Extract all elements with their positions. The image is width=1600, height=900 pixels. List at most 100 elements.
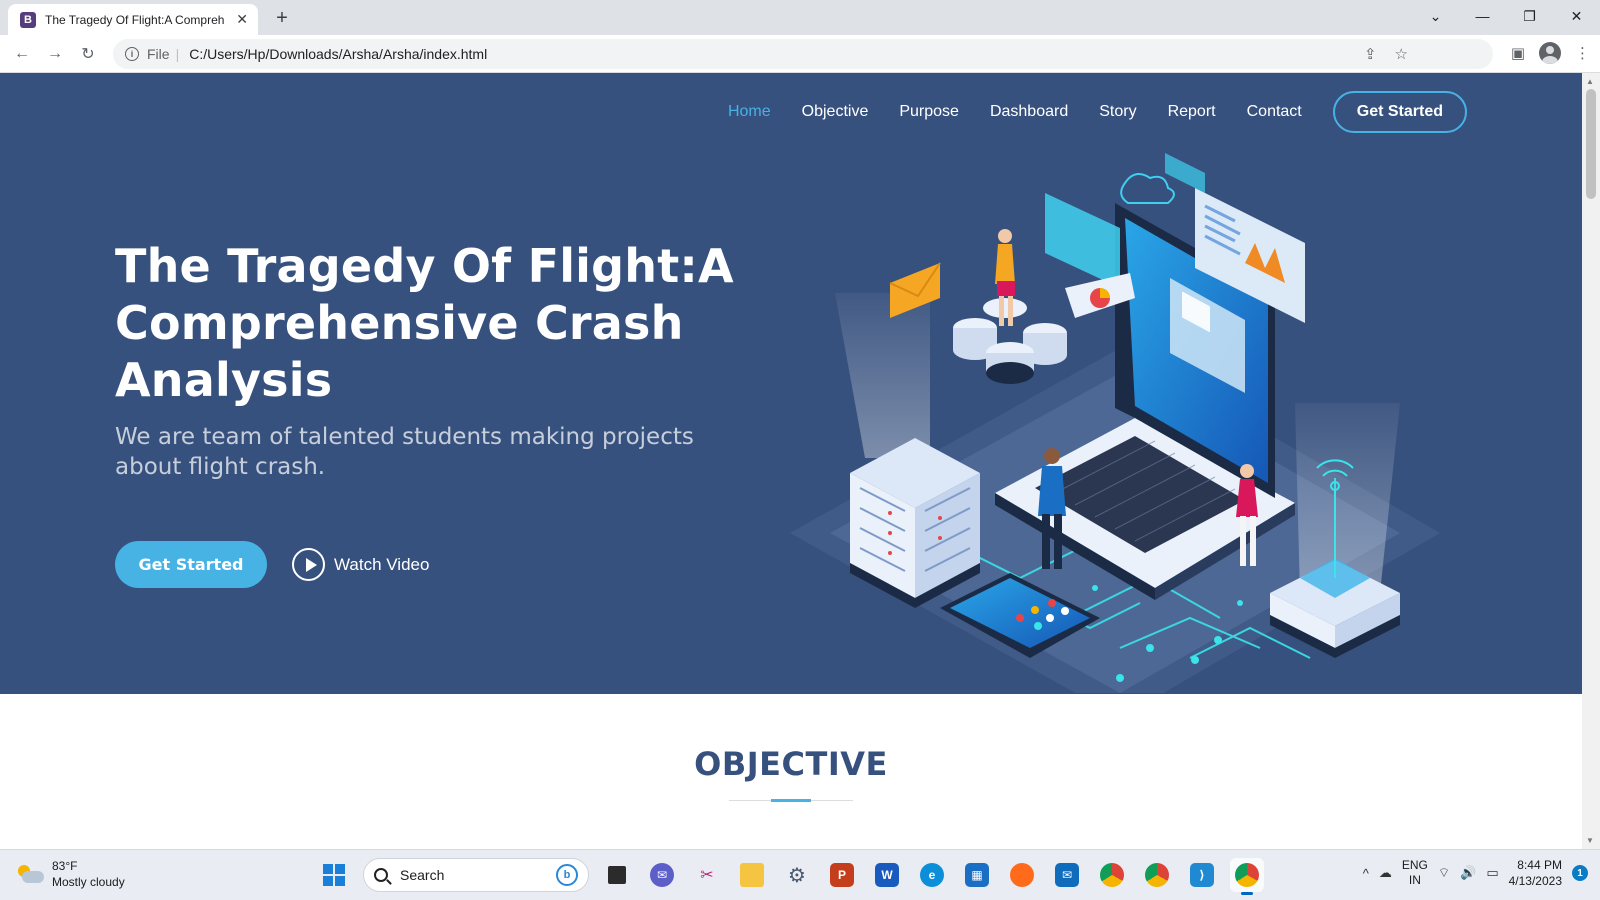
teams-chat-icon: ✉ bbox=[650, 863, 674, 887]
tab-close-icon[interactable]: ✕ bbox=[236, 11, 248, 28]
hero-section: Home Objective Purpose Dashboard Story R… bbox=[0, 73, 1582, 694]
weather-widget[interactable]: 83°F Mostly cloudy bbox=[16, 858, 125, 890]
weather-description: Mostly cloudy bbox=[52, 875, 125, 889]
onedrive-error-icon[interactable]: ☁ bbox=[1379, 865, 1392, 881]
task-view-icon bbox=[608, 866, 626, 884]
powerpoint-icon: P bbox=[830, 863, 854, 887]
windows-logo-icon bbox=[323, 864, 345, 886]
url-scheme: File bbox=[147, 46, 170, 62]
vscode-button[interactable]: ⟩ bbox=[1185, 858, 1219, 892]
page-viewport: Home Objective Purpose Dashboard Story R… bbox=[0, 73, 1582, 849]
chrome-profile-button[interactable] bbox=[1140, 858, 1174, 892]
weather-temperature: 83°F bbox=[52, 859, 78, 873]
word-icon: W bbox=[875, 863, 899, 887]
snipping-tool-icon: ✂ bbox=[695, 863, 719, 887]
reload-button[interactable]: ↻ bbox=[76, 42, 100, 66]
mail-icon: ✉ bbox=[1055, 863, 1079, 887]
minimize-button[interactable]: — bbox=[1459, 0, 1506, 32]
tab-search-chevron-icon[interactable]: ⌄ bbox=[1412, 0, 1459, 32]
new-tab-button[interactable]: + bbox=[270, 6, 294, 30]
store-icon: ▦ bbox=[965, 863, 989, 887]
edge-button[interactable]: e bbox=[915, 858, 949, 892]
site-info-icon[interactable]: i bbox=[125, 47, 139, 61]
clock-date: 4/13/2023 bbox=[1508, 874, 1562, 888]
url-separator: | bbox=[175, 46, 180, 62]
restore-button[interactable]: ❐ bbox=[1506, 0, 1553, 32]
hero-isometric-illustration bbox=[790, 153, 1440, 693]
nav-item-purpose[interactable]: Purpose bbox=[899, 103, 959, 121]
favicon-icon: B bbox=[20, 11, 36, 28]
language-code: ENG bbox=[1401, 858, 1428, 872]
side-panel-icon[interactable]: ▣ bbox=[1511, 44, 1525, 62]
mail-button[interactable]: ✉ bbox=[1050, 858, 1084, 892]
scrollbar-thumb[interactable] bbox=[1586, 89, 1596, 199]
chrome-icon bbox=[1100, 863, 1124, 887]
watch-video-link[interactable]: Watch Video bbox=[292, 548, 429, 581]
nav-item-contact[interactable]: Contact bbox=[1247, 103, 1302, 121]
region-code: IN bbox=[1408, 873, 1421, 887]
clock[interactable]: 8:44 PM 4/13/2023 bbox=[1509, 857, 1562, 889]
microsoft-store-button[interactable]: ▦ bbox=[960, 858, 994, 892]
play-circle-icon bbox=[292, 548, 325, 581]
battery-icon[interactable]: ▭ bbox=[1486, 865, 1498, 881]
nav-item-objective[interactable]: Objective bbox=[802, 103, 869, 121]
back-button[interactable]: ← bbox=[10, 42, 34, 66]
firefox-icon bbox=[1010, 863, 1034, 887]
menu-kebab-icon[interactable]: ⋮ bbox=[1575, 44, 1590, 62]
url-text[interactable]: C:/Users/Hp/Downloads/Arsha/Arsha/index.… bbox=[189, 46, 487, 62]
start-button[interactable] bbox=[316, 857, 352, 893]
settings-button[interactable]: ⚙ bbox=[780, 858, 814, 892]
share-icon[interactable]: ⇪ bbox=[1364, 45, 1377, 63]
system-tray: ^ ☁ ENG IN ⌔ 🔊 ▭ 8:44 PM 4/13/2023 1 bbox=[1363, 857, 1588, 889]
forward-button[interactable]: → bbox=[43, 42, 67, 66]
chrome-active-button[interactable] bbox=[1230, 858, 1264, 895]
title-underline-accent bbox=[771, 799, 811, 802]
word-button[interactable]: W bbox=[870, 858, 904, 892]
site-navigation: Home Objective Purpose Dashboard Story R… bbox=[697, 91, 1467, 133]
powerpoint-button[interactable]: P bbox=[825, 858, 859, 892]
windows-taskbar: 83°F Mostly cloudy Search b ✉ ✂ ⚙ P W e … bbox=[0, 849, 1600, 900]
browser-tab-strip: B The Tragedy Of Flight:A Compreh ✕ + ⌄ … bbox=[0, 0, 1600, 35]
bookmark-star-icon[interactable]: ☆ bbox=[1395, 45, 1408, 63]
nav-get-started-button[interactable]: Get Started bbox=[1332, 91, 1467, 133]
vscode-icon: ⟩ bbox=[1190, 863, 1214, 887]
taskbar-search-input[interactable]: Search b bbox=[363, 858, 589, 892]
browser-toolbar: ← → ↻ i File | C:/Users/Hp/Downloads/Ars… bbox=[0, 35, 1600, 73]
volume-icon[interactable]: 🔊 bbox=[1460, 865, 1476, 881]
gear-icon: ⚙ bbox=[785, 863, 809, 887]
show-hidden-icons-chevron-icon[interactable]: ^ bbox=[1363, 866, 1369, 881]
partly-cloudy-icon bbox=[16, 863, 44, 885]
page-scrollbar[interactable]: ▲ ▼ bbox=[1582, 73, 1600, 849]
wifi-icon[interactable]: ⌔ bbox=[1438, 865, 1450, 881]
nav-item-home[interactable]: Home bbox=[728, 103, 771, 121]
edge-icon: e bbox=[920, 863, 944, 887]
language-indicator[interactable]: ENG IN bbox=[1402, 858, 1428, 888]
clock-time: 8:44 PM bbox=[1517, 858, 1562, 872]
search-placeholder: Search bbox=[400, 867, 445, 883]
bing-icon[interactable]: b bbox=[556, 864, 578, 886]
hero-subtitle: We are team of talented students making … bbox=[115, 424, 694, 480]
hero-get-started-button[interactable]: Get Started bbox=[115, 541, 267, 588]
profile-avatar-icon[interactable] bbox=[1539, 42, 1561, 64]
chrome-active-icon bbox=[1235, 863, 1259, 887]
tab-title: The Tragedy Of Flight:A Compreh bbox=[45, 12, 225, 27]
folder-icon bbox=[740, 863, 764, 887]
hero-title: The Tragedy Of Flight:A Comprehensive Cr… bbox=[115, 239, 734, 407]
address-bar[interactable]: i File | C:/Users/Hp/Downloads/Arsha/Ars… bbox=[113, 39, 1493, 69]
notification-badge[interactable]: 1 bbox=[1572, 865, 1588, 881]
snipping-tool-button[interactable]: ✂ bbox=[690, 858, 724, 892]
chrome-button[interactable] bbox=[1095, 858, 1129, 892]
chrome-profile-icon bbox=[1145, 863, 1169, 887]
nav-item-report[interactable]: Report bbox=[1168, 103, 1216, 121]
scroll-down-icon[interactable]: ▼ bbox=[1586, 836, 1594, 845]
browser-tab[interactable]: B The Tragedy Of Flight:A Compreh ✕ bbox=[8, 4, 258, 35]
teams-chat-button[interactable]: ✉ bbox=[645, 858, 679, 892]
nav-item-dashboard[interactable]: Dashboard bbox=[990, 103, 1068, 121]
file-explorer-button[interactable] bbox=[735, 858, 769, 892]
scroll-up-icon[interactable]: ▲ bbox=[1586, 77, 1594, 86]
nav-item-story[interactable]: Story bbox=[1099, 103, 1136, 121]
search-icon bbox=[374, 868, 388, 882]
close-window-button[interactable]: ✕ bbox=[1553, 0, 1600, 32]
task-view-button[interactable] bbox=[600, 858, 634, 892]
firefox-button[interactable] bbox=[1005, 858, 1039, 892]
